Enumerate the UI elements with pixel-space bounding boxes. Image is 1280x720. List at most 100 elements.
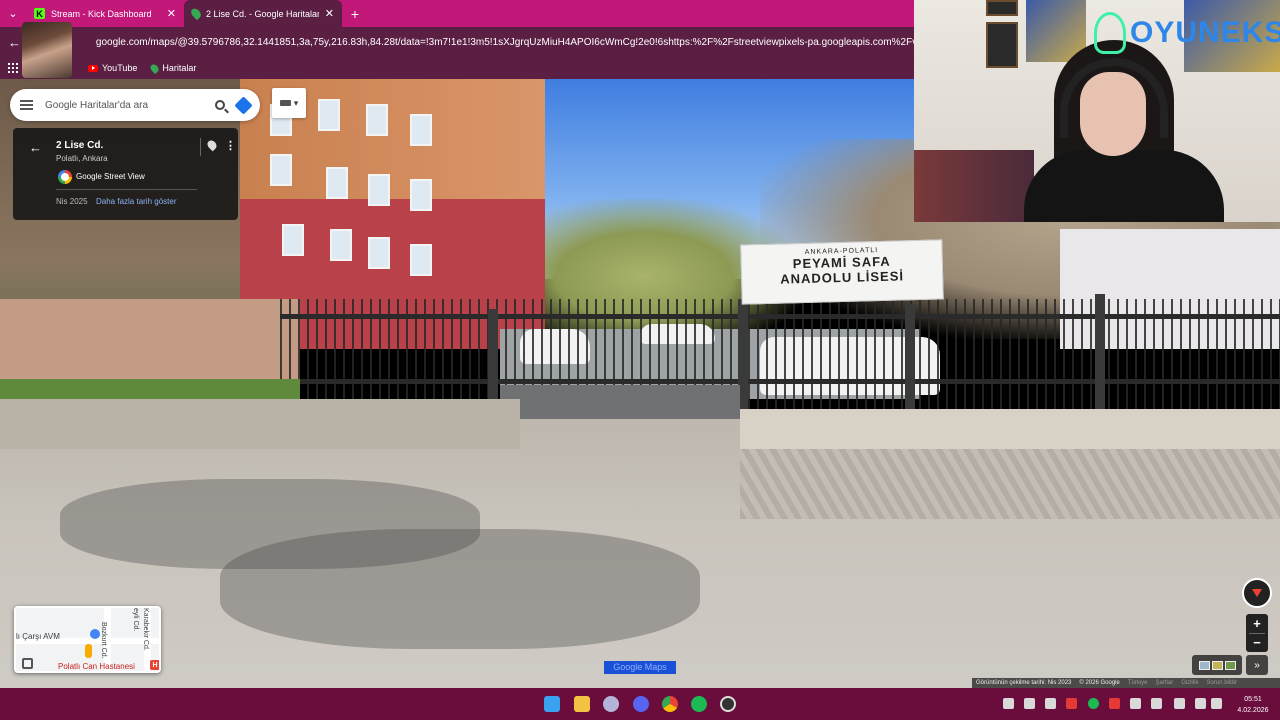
place-name: 2 Lise Cd. <box>56 140 104 151</box>
copyright: © 2026 Google <box>1079 680 1120 686</box>
keyboard-icon <box>279 100 291 106</box>
volume-icon[interactable] <box>1211 698 1222 709</box>
browser-tab-strip: ⌄ K Stream - Kick Dashboard ✕ 2 Lise Cd.… <box>0 0 914 27</box>
brand-logo: OYUNEKS <box>1094 12 1280 54</box>
network-icon[interactable] <box>1195 698 1206 709</box>
webcam-overlay: OYUNEKS <box>914 0 1280 222</box>
clock-date: 4.02.2026 <box>1237 707 1269 714</box>
tray-icon[interactable] <box>1066 698 1077 709</box>
bed <box>914 150 1034 222</box>
bookmark-haritalar[interactable]: Haritalar <box>149 62 196 74</box>
screen: ANKARA-POLATLI PEYAMİ SAFA ANADOLU LİSES… <box>0 0 1280 720</box>
compass-icon[interactable] <box>1242 578 1272 608</box>
footer-link[interactable]: Gizlilik <box>1181 680 1198 686</box>
close-icon[interactable]: ✕ <box>325 7 334 20</box>
search-icon[interactable] <box>215 100 225 110</box>
pegman-icon[interactable] <box>85 644 92 658</box>
window <box>270 154 292 186</box>
discord-icon[interactable] <box>633 696 649 712</box>
expand-icon[interactable] <box>22 658 33 669</box>
tab-title: 2 Lise Cd. - Google Haritalar <box>206 8 319 19</box>
start-icon[interactable] <box>544 696 560 712</box>
tray-icon[interactable] <box>1024 698 1035 709</box>
more-options-icon[interactable]: ⋮ <box>225 139 236 152</box>
fence-rail <box>280 314 1280 319</box>
chevron-down-icon: ▾ <box>293 97 299 108</box>
tray-icon[interactable] <box>1151 698 1162 709</box>
tray-icon[interactable] <box>1109 698 1120 709</box>
obs-icon[interactable] <box>720 696 736 712</box>
imagery-date: Nis 2025 <box>56 197 88 206</box>
url-text: google.com/maps/@39.5796786,32.1441851,3… <box>95 36 914 48</box>
map-label-street: Karabekir Cd. <box>142 608 149 651</box>
kick-icon: K <box>34 8 45 19</box>
wall-frame <box>986 0 1018 16</box>
new-tab-button[interactable]: + <box>342 0 368 27</box>
window <box>282 224 304 256</box>
clock-time: 05:51 <box>1244 696 1262 703</box>
layer-thumb <box>1211 660 1223 670</box>
divider <box>200 138 201 156</box>
streamer-body <box>1024 150 1224 222</box>
footer-link[interactable]: Şartlar <box>1156 680 1174 686</box>
map-label-street: Bozkurt Cd. <box>100 622 107 659</box>
bookmark-youtube[interactable]: YouTube <box>88 63 137 73</box>
keyboard-shortcuts-button[interactable]: ▾ <box>272 88 306 118</box>
tab-title: Stream - Kick Dashboard <box>51 8 152 19</box>
back-arrow-icon[interactable]: ← <box>29 140 42 155</box>
footer-link[interactable]: Türkiye <box>1128 680 1148 686</box>
file-explorer-icon[interactable] <box>574 696 590 712</box>
tray-icon[interactable] <box>1045 698 1056 709</box>
brand-mark-icon <box>1094 12 1126 54</box>
divider <box>56 189 197 190</box>
zoom-in-button[interactable]: + <box>1246 614 1268 633</box>
school-sign: ANKARA-POLATLI PEYAMİ SAFA ANADOLU LİSES… <box>740 239 944 305</box>
capture-date: Görüntünün çekilme tarihi: Nis 2023 <box>976 680 1072 686</box>
map-label-street: eyli Cd. <box>132 608 139 632</box>
tab-google-maps[interactable]: 2 Lise Cd. - Google Haritalar ✕ <box>184 0 342 27</box>
zoom-out-button[interactable]: − <box>1246 633 1268 652</box>
place-locality: Polatlı, Ankara <box>56 154 108 163</box>
window <box>318 99 340 131</box>
window <box>366 104 388 136</box>
spotify-icon[interactable] <box>691 696 707 712</box>
brick-sidewalk <box>740 449 1280 519</box>
address-bar[interactable]: google.com/maps/@39.5796786,32.1441851,3… <box>87 31 914 53</box>
browser-toolbar: ← google.com/maps/@39.5796786,32.1441851… <box>0 27 914 57</box>
more-dates-link[interactable]: Daha fazla tarih göster <box>96 197 177 206</box>
window <box>410 114 432 146</box>
divider <box>1249 633 1265 634</box>
app-icon[interactable] <box>603 696 619 712</box>
chrome-icon[interactable] <box>662 696 678 712</box>
fence-rail <box>280 379 1280 384</box>
minimap[interactable]: lı Çarşı AVM Bozkurt Cd. Karabekir Cd. e… <box>14 606 161 673</box>
menu-icon[interactable] <box>20 100 33 110</box>
footer-link[interactable]: Sorun bildir <box>1207 680 1237 686</box>
window <box>330 229 352 261</box>
zoom-controls: + − <box>1246 614 1268 652</box>
spotify-tray-icon[interactable] <box>1088 698 1099 709</box>
streamer-avatar <box>22 22 72 78</box>
system-clock[interactable]: 05:51 4.02.2026 <box>1228 694 1278 716</box>
brand-text: OYUNEKS <box>1130 16 1280 49</box>
maps-search-box[interactable]: Google Haritalar'da ara <box>10 89 260 121</box>
tray-icon[interactable] <box>1003 698 1014 709</box>
location-pin-icon[interactable] <box>205 138 219 152</box>
curb <box>0 399 520 449</box>
layers-button[interactable] <box>1192 655 1242 675</box>
street-view-info-card: ← 2 Lise Cd. Polatlı, Ankara ⋮ Google St… <box>13 128 238 220</box>
microphone-icon[interactable] <box>1174 698 1185 709</box>
apps-grid-icon[interactable] <box>8 63 18 73</box>
collapse-button[interactable]: » <box>1246 655 1268 675</box>
map-label-mall: lı Çarşı AVM <box>16 632 60 641</box>
google-maps-watermark: Google Maps <box>604 661 676 674</box>
youtube-icon <box>88 64 98 72</box>
fence-post <box>905 304 915 424</box>
search-input[interactable]: Google Haritalar'da ara <box>45 100 203 111</box>
stone-wall-base <box>740 409 1280 454</box>
steam-icon[interactable] <box>1130 698 1141 709</box>
close-icon[interactable]: ✕ <box>167 7 176 20</box>
directions-icon[interactable] <box>234 95 253 115</box>
wall-frame <box>986 22 1018 68</box>
shopping-pin-icon <box>90 629 100 639</box>
